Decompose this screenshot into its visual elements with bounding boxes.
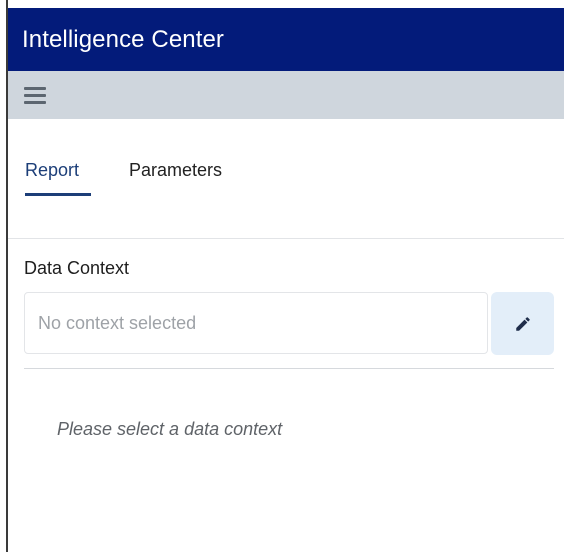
empty-context-hint: Please select a data context: [57, 419, 283, 439]
toolbar: [8, 71, 564, 119]
hamburger-menu-icon[interactable]: [24, 86, 46, 104]
edit-data-context-button[interactable]: [491, 292, 554, 355]
section-divider: [8, 238, 564, 239]
pencil-icon: [515, 316, 530, 331]
tab-parameters[interactable]: Parameters: [129, 160, 222, 181]
tab-bar: Report Parameters: [8, 150, 564, 198]
field-underline: [24, 368, 554, 369]
data-context-field[interactable]: No context selected: [24, 292, 488, 354]
app-header: Intelligence Center: [8, 8, 564, 71]
app-title: Intelligence Center: [22, 25, 225, 53]
tab-report[interactable]: Report: [25, 160, 79, 181]
data-context-label: Data Context: [24, 258, 130, 278]
active-tab-indicator: [25, 193, 91, 196]
data-context-placeholder: No context selected: [38, 312, 197, 333]
